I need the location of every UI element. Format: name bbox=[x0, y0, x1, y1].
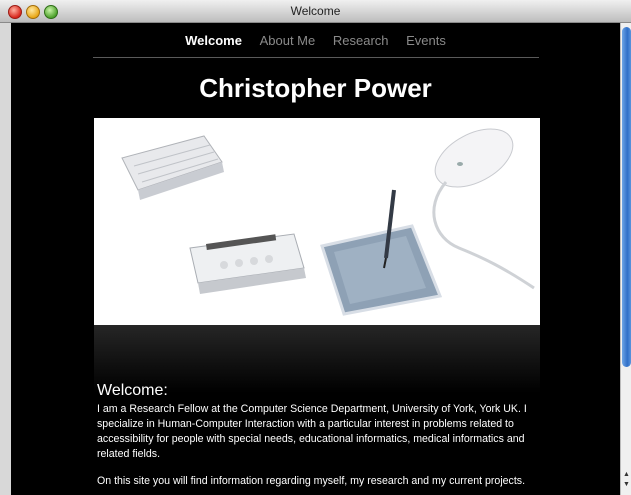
nav-welcome[interactable]: Welcome bbox=[185, 33, 242, 48]
nav-about-me[interactable]: About Me bbox=[260, 33, 316, 48]
braille-device-icon bbox=[189, 233, 306, 294]
scrollbar-thumb[interactable] bbox=[622, 27, 631, 367]
welcome-section: Welcome: I am a Research Fellow at the C… bbox=[97, 382, 535, 495]
vertical-scrollbar[interactable]: ▲ ▼ bbox=[620, 23, 631, 495]
page-title: Christopher Power bbox=[199, 73, 432, 103]
main-nav: Welcome About Me Research Events bbox=[11, 33, 620, 48]
hero-image bbox=[94, 118, 540, 325]
site-info-paragraph: On this site you will find information r… bbox=[97, 475, 526, 487]
welcome-paragraph: I am a Research Fellow at the Computer S… bbox=[97, 403, 527, 460]
keyboard-icon bbox=[121, 135, 224, 200]
graphics-tablet-icon bbox=[320, 189, 443, 316]
welcome-heading: Welcome: bbox=[97, 382, 168, 399]
nav-events[interactable]: Events bbox=[406, 33, 446, 48]
mouse-icon bbox=[432, 128, 535, 290]
nav-research[interactable]: Research bbox=[333, 33, 389, 48]
scroll-down-arrow-icon[interactable]: ▼ bbox=[623, 481, 630, 488]
scroll-up-arrow-icon[interactable]: ▲ bbox=[623, 471, 630, 478]
nav-divider bbox=[93, 57, 539, 58]
window-title: Welcome bbox=[290, 4, 341, 18]
browser-viewport: Welcome About Me Research Events Christo… bbox=[11, 23, 620, 495]
window-titlebar: Welcome bbox=[0, 0, 631, 23]
